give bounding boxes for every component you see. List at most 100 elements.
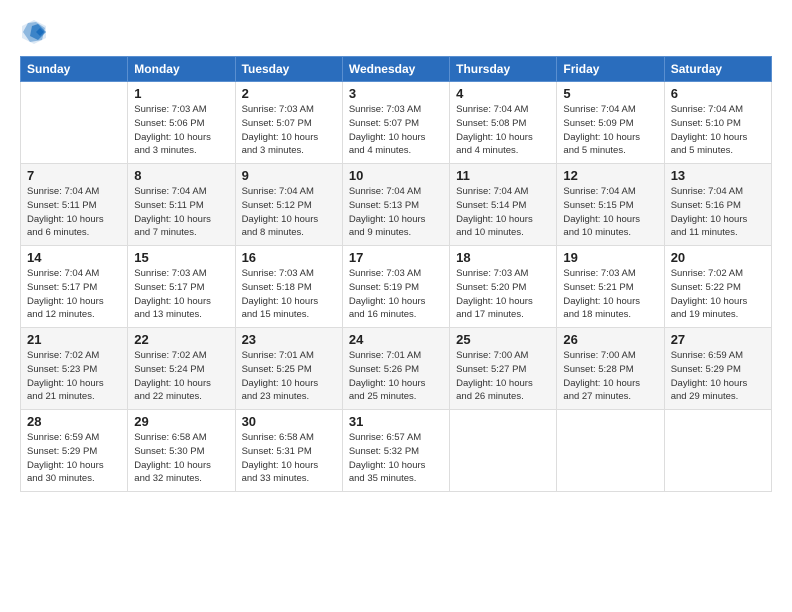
day-info: Sunrise: 7:02 AM Sunset: 5:22 PM Dayligh… <box>671 267 765 322</box>
day-cell: 16 Sunrise: 7:03 AM Sunset: 5:18 PM Dayli… <box>235 246 342 328</box>
day-info: Sunrise: 7:03 AM Sunset: 5:07 PM Dayligh… <box>242 103 336 158</box>
day-number: 9 <box>242 168 336 183</box>
day-info: Sunrise: 7:04 AM Sunset: 5:09 PM Dayligh… <box>563 103 657 158</box>
day-number: 22 <box>134 332 228 347</box>
day-number: 4 <box>456 86 550 101</box>
day-number: 30 <box>242 414 336 429</box>
calendar-table: SundayMondayTuesdayWednesdayThursdayFrid… <box>20 56 772 492</box>
day-cell: 5 Sunrise: 7:04 AM Sunset: 5:09 PM Daylig… <box>557 82 664 164</box>
day-info: Sunrise: 6:57 AM Sunset: 5:32 PM Dayligh… <box>349 431 443 486</box>
day-info: Sunrise: 7:04 AM Sunset: 5:13 PM Dayligh… <box>349 185 443 240</box>
col-header-monday: Monday <box>128 57 235 82</box>
day-cell: 4Sunrise: 7:04 AM Sunset: 5:08 PM Daylig… <box>450 82 557 164</box>
day-number: 31 <box>349 414 443 429</box>
day-info: Sunrise: 7:00 AM Sunset: 5:27 PM Dayligh… <box>456 349 550 404</box>
day-number: 15 <box>134 250 228 265</box>
day-info: Sunrise: 6:59 AM Sunset: 5:29 PM Dayligh… <box>671 349 765 404</box>
day-info: Sunrise: 6:59 AM Sunset: 5:29 PM Dayligh… <box>27 431 121 486</box>
col-header-wednesday: Wednesday <box>342 57 449 82</box>
day-info: Sunrise: 7:03 AM Sunset: 5:19 PM Dayligh… <box>349 267 443 322</box>
day-cell: 29Sunrise: 6:58 AM Sunset: 5:30 PM Dayli… <box>128 410 235 492</box>
day-cell: 13 Sunrise: 7:04 AM Sunset: 5:16 PM Dayli… <box>664 164 771 246</box>
day-cell: 25 Sunrise: 7:00 AM Sunset: 5:27 PM Dayli… <box>450 328 557 410</box>
day-number: 5 <box>563 86 657 101</box>
col-header-thursday: Thursday <box>450 57 557 82</box>
day-number: 6 <box>671 86 765 101</box>
day-cell <box>664 410 771 492</box>
day-info: Sunrise: 7:04 AM Sunset: 5:15 PM Dayligh… <box>563 185 657 240</box>
day-cell: 15 Sunrise: 7:03 AM Sunset: 5:17 PM Dayli… <box>128 246 235 328</box>
day-info: Sunrise: 7:03 AM Sunset: 5:18 PM Dayligh… <box>242 267 336 322</box>
day-cell: 27Sunrise: 6:59 AM Sunset: 5:29 PM Dayli… <box>664 328 771 410</box>
day-number: 2 <box>242 86 336 101</box>
day-info: Sunrise: 7:04 AM Sunset: 5:10 PM Dayligh… <box>671 103 765 158</box>
day-info: Sunrise: 7:03 AM Sunset: 5:20 PM Dayligh… <box>456 267 550 322</box>
day-info: Sunrise: 7:04 AM Sunset: 5:14 PM Dayligh… <box>456 185 550 240</box>
day-number: 24 <box>349 332 443 347</box>
day-number: 10 <box>349 168 443 183</box>
day-number: 14 <box>27 250 121 265</box>
day-info: Sunrise: 7:04 AM Sunset: 5:16 PM Dayligh… <box>671 185 765 240</box>
day-cell: 14 Sunrise: 7:04 AM Sunset: 5:17 PM Dayli… <box>21 246 128 328</box>
day-info: Sunrise: 7:04 AM Sunset: 5:11 PM Dayligh… <box>27 185 121 240</box>
day-number: 25 <box>456 332 550 347</box>
day-info: Sunrise: 7:01 AM Sunset: 5:25 PM Dayligh… <box>242 349 336 404</box>
calendar-page: SundayMondayTuesdayWednesdayThursdayFrid… <box>0 0 792 612</box>
day-number: 1 <box>134 86 228 101</box>
logo <box>20 18 51 46</box>
day-number: 20 <box>671 250 765 265</box>
day-cell: 26 Sunrise: 7:00 AM Sunset: 5:28 PM Dayli… <box>557 328 664 410</box>
day-cell: 18 Sunrise: 7:03 AM Sunset: 5:20 PM Dayli… <box>450 246 557 328</box>
col-header-friday: Friday <box>557 57 664 82</box>
day-number: 16 <box>242 250 336 265</box>
day-number: 21 <box>27 332 121 347</box>
day-number: 13 <box>671 168 765 183</box>
day-cell: 7 Sunrise: 7:04 AM Sunset: 5:11 PM Daylig… <box>21 164 128 246</box>
col-header-tuesday: Tuesday <box>235 57 342 82</box>
day-info: Sunrise: 7:03 AM Sunset: 5:17 PM Dayligh… <box>134 267 228 322</box>
day-info: Sunrise: 7:03 AM Sunset: 5:06 PM Dayligh… <box>134 103 228 158</box>
day-number: 18 <box>456 250 550 265</box>
day-number: 28 <box>27 414 121 429</box>
header <box>20 18 772 46</box>
day-cell: 22 Sunrise: 7:02 AM Sunset: 5:24 PM Dayli… <box>128 328 235 410</box>
week-row-3: 14 Sunrise: 7:04 AM Sunset: 5:17 PM Dayli… <box>21 246 772 328</box>
day-info: Sunrise: 7:03 AM Sunset: 5:07 PM Dayligh… <box>349 103 443 158</box>
day-cell <box>450 410 557 492</box>
day-info: Sunrise: 7:03 AM Sunset: 5:21 PM Dayligh… <box>563 267 657 322</box>
col-header-saturday: Saturday <box>664 57 771 82</box>
day-number: 8 <box>134 168 228 183</box>
day-number: 7 <box>27 168 121 183</box>
col-header-sunday: Sunday <box>21 57 128 82</box>
day-number: 19 <box>563 250 657 265</box>
day-cell: 3Sunrise: 7:03 AM Sunset: 5:07 PM Daylig… <box>342 82 449 164</box>
header-row: SundayMondayTuesdayWednesdayThursdayFrid… <box>21 57 772 82</box>
day-cell: 30 Sunrise: 6:58 AM Sunset: 5:31 PM Dayli… <box>235 410 342 492</box>
day-cell <box>21 82 128 164</box>
day-cell: 24 Sunrise: 7:01 AM Sunset: 5:26 PM Dayli… <box>342 328 449 410</box>
day-info: Sunrise: 7:02 AM Sunset: 5:24 PM Dayligh… <box>134 349 228 404</box>
day-info: Sunrise: 7:04 AM Sunset: 5:17 PM Dayligh… <box>27 267 121 322</box>
day-info: Sunrise: 7:00 AM Sunset: 5:28 PM Dayligh… <box>563 349 657 404</box>
day-number: 11 <box>456 168 550 183</box>
day-info: Sunrise: 6:58 AM Sunset: 5:30 PM Dayligh… <box>134 431 228 486</box>
week-row-5: 28 Sunrise: 6:59 AM Sunset: 5:29 PM Dayli… <box>21 410 772 492</box>
day-cell: 12Sunrise: 7:04 AM Sunset: 5:15 PM Dayli… <box>557 164 664 246</box>
day-cell: 17Sunrise: 7:03 AM Sunset: 5:19 PM Dayli… <box>342 246 449 328</box>
day-cell: 11 Sunrise: 7:04 AM Sunset: 5:14 PM Dayli… <box>450 164 557 246</box>
week-row-4: 21 Sunrise: 7:02 AM Sunset: 5:23 PM Dayli… <box>21 328 772 410</box>
day-cell: 23Sunrise: 7:01 AM Sunset: 5:25 PM Dayli… <box>235 328 342 410</box>
day-cell: 2 Sunrise: 7:03 AM Sunset: 5:07 PM Daylig… <box>235 82 342 164</box>
day-info: Sunrise: 7:04 AM Sunset: 5:12 PM Dayligh… <box>242 185 336 240</box>
day-info: Sunrise: 6:58 AM Sunset: 5:31 PM Dayligh… <box>242 431 336 486</box>
day-info: Sunrise: 7:02 AM Sunset: 5:23 PM Dayligh… <box>27 349 121 404</box>
day-cell: 20 Sunrise: 7:02 AM Sunset: 5:22 PM Dayli… <box>664 246 771 328</box>
day-cell <box>557 410 664 492</box>
day-number: 26 <box>563 332 657 347</box>
day-cell: 19 Sunrise: 7:03 AM Sunset: 5:21 PM Dayli… <box>557 246 664 328</box>
day-cell: 1 Sunrise: 7:03 AM Sunset: 5:06 PM Daylig… <box>128 82 235 164</box>
day-info: Sunrise: 7:01 AM Sunset: 5:26 PM Dayligh… <box>349 349 443 404</box>
day-cell: 21 Sunrise: 7:02 AM Sunset: 5:23 PM Dayli… <box>21 328 128 410</box>
day-cell: 31 Sunrise: 6:57 AM Sunset: 5:32 PM Dayli… <box>342 410 449 492</box>
day-cell: 28 Sunrise: 6:59 AM Sunset: 5:29 PM Dayli… <box>21 410 128 492</box>
